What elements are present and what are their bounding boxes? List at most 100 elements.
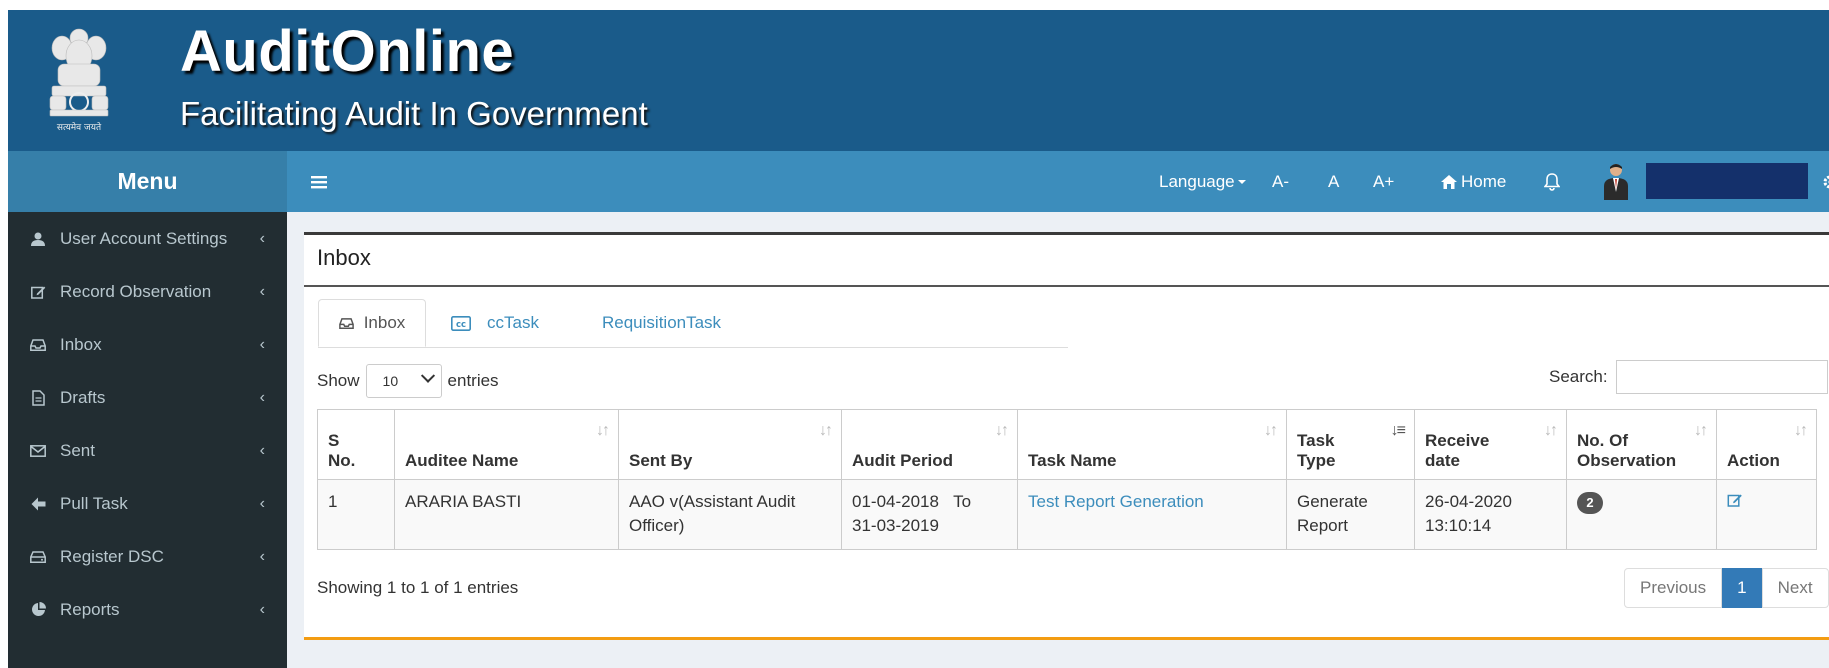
edit-icon[interactable] <box>1727 493 1743 507</box>
cc-icon: cc <box>451 315 471 331</box>
emblem-motto: सत्यमेव जयते <box>57 121 102 133</box>
pagination: Previous 1 Next <box>1624 568 1829 608</box>
sidebar-item-register-dsc[interactable]: Register DSC ‹ <box>8 530 287 583</box>
column-header-sno[interactable]: S No. <box>317 409 395 480</box>
font-normal-button[interactable]: A <box>1328 151 1339 212</box>
sidebar-item-label: Inbox <box>60 334 102 354</box>
brand-tagline: Facilitating Audit In Government <box>180 95 648 132</box>
file-icon <box>31 389 45 406</box>
cell-observations: 2 <box>1566 479 1717 550</box>
column-header-action[interactable]: Action ↓↑ <box>1716 409 1817 480</box>
tab-label: Inbox <box>363 313 406 332</box>
column-header-sent-by[interactable]: Sent By ↓↑ <box>618 409 842 480</box>
sort-icon: ↓↑ <box>995 422 1009 439</box>
home-label: Home <box>1461 171 1507 191</box>
column-header-task-type[interactable]: Task Type ↓≡ <box>1286 409 1415 480</box>
inbox-table: S No. Auditee Name ↓↑ Sent By ↓↑ Audit Peri… <box>317 409 1817 550</box>
inbox-icon <box>30 338 46 351</box>
top-navbar: Language A- A A+ Home <box>287 151 1829 212</box>
home-link[interactable]: Home <box>1441 151 1506 212</box>
cell-action <box>1716 479 1817 550</box>
chevron-left-icon: ‹ <box>259 388 265 406</box>
sort-icon: ↓↑ <box>1264 422 1278 439</box>
svg-text:cc: cc <box>456 320 466 330</box>
tab-label: RequisitionTask <box>602 313 722 332</box>
language-label: Language <box>1159 171 1235 191</box>
task-name-link[interactable]: Test Report Generation <box>1028 492 1204 511</box>
sidebar-item-label: Drafts <box>60 387 106 407</box>
sidebar-item-record-observation[interactable]: Record Observation ‹ <box>8 265 287 318</box>
chevron-down-icon <box>420 368 435 383</box>
cell-task-type: Generate Report <box>1286 479 1415 550</box>
page-1-button[interactable]: 1 <box>1722 568 1762 608</box>
table-row: 1 ARARIA BASTI AAO v(Assistant Audit Off… <box>317 479 1817 550</box>
sidebar-item-drafts[interactable]: Drafts ‹ <box>8 371 287 424</box>
font-increase-button[interactable]: A+ <box>1373 151 1394 212</box>
sidebar-item-label: Register DSC <box>60 546 164 566</box>
inbox-icon <box>338 317 354 329</box>
app-window: सत्यमेव जयते AuditOnline Facilitating Au… <box>8 10 1829 668</box>
envelope-icon <box>30 444 46 457</box>
column-header-task-name[interactable]: Task Name ↓↑ <box>1017 409 1287 480</box>
bell-icon <box>1544 172 1560 191</box>
cell-auditee-name: ARARIA BASTI <box>394 479 619 550</box>
panel-divider <box>304 285 1829 287</box>
pie-chart-icon <box>31 602 46 616</box>
font-decrease-button[interactable]: A- <box>1272 151 1289 212</box>
previous-button[interactable]: Previous <box>1624 568 1723 608</box>
sidebar-item-inbox[interactable]: Inbox ‹ <box>8 318 287 371</box>
chevron-left-icon: ‹ <box>259 494 265 512</box>
search-input[interactable] <box>1615 360 1828 394</box>
column-header-receive-date[interactable]: Receive date ↓↑ <box>1414 409 1567 480</box>
brand-title: AuditOnline <box>180 19 515 84</box>
sidebar-item-pull-task[interactable]: Pull Task ‹ <box>8 477 287 530</box>
cell-receive-date: 26-04-2020 13:10:14 <box>1414 479 1567 550</box>
tab-cctask[interactable]: cc ccTask <box>451 299 539 347</box>
sidebar-item-label: Pull Task <box>60 493 128 513</box>
user-avatar[interactable] <box>1602 162 1630 200</box>
chevron-left-icon: ‹ <box>259 282 265 300</box>
column-header-auditee-name[interactable]: Auditee Name ↓↑ <box>394 409 619 480</box>
cell-task-name: Test Report Generation <box>1017 479 1287 550</box>
sort-icon: ↓↑ <box>819 422 833 439</box>
sidebar-item-user-account-settings[interactable]: User Account Settings ‹ <box>8 212 287 265</box>
entries-length-control: Show 10 entries <box>317 364 499 398</box>
sort-desc-icon: ↓≡ <box>1390 422 1406 439</box>
username-box[interactable] <box>1646 163 1808 199</box>
sidebar-item-label: Record Observation <box>60 281 212 301</box>
search-control: Search: <box>1549 360 1828 394</box>
language-dropdown[interactable]: Language <box>1159 151 1247 212</box>
entries-select[interactable]: 10 <box>365 364 442 398</box>
gears-icon <box>1823 175 1829 188</box>
menu-header: Menu <box>8 151 287 212</box>
sort-icon: ↓↑ <box>1694 422 1708 439</box>
chevron-left-icon: ‹ <box>259 441 265 459</box>
sidebar-toggle-button[interactable] <box>311 169 327 195</box>
inbox-panel: Inbox Inbox cc ccTask RequisitionTask Sh… <box>304 232 1829 640</box>
cell-sno: 1 <box>317 479 395 550</box>
show-label: Show <box>317 371 360 390</box>
column-header-observations[interactable]: No. Of Observation ↓↑ <box>1566 409 1717 480</box>
cell-audit-period: 01-04-2018 To 31-03-2019 <box>841 479 1018 550</box>
tab-inbox[interactable]: Inbox <box>318 299 426 347</box>
settings-button[interactable] <box>1821 151 1829 212</box>
header-banner: सत्यमेव जयते AuditOnline Facilitating Au… <box>8 10 1829 151</box>
column-header-audit-period[interactable]: Audit Period ↓↑ <box>841 409 1018 480</box>
user-icon <box>31 232 45 246</box>
sort-icon: ↓↑ <box>1794 422 1808 439</box>
chevron-left-icon: ‹ <box>259 229 265 247</box>
sort-icon: ↓↑ <box>1544 422 1558 439</box>
table-info: Showing 1 to 1 of 1 entries <box>317 578 519 597</box>
sidebar-item-reports[interactable]: Reports ‹ <box>8 583 287 636</box>
edit-icon <box>30 286 45 299</box>
next-button[interactable]: Next <box>1761 568 1829 608</box>
panel-title: Inbox <box>317 245 371 270</box>
sidebar-item-sent[interactable]: Sent ‹ <box>8 424 287 477</box>
sidebar: User Account Settings ‹ Record Observati… <box>8 212 287 668</box>
notifications-button[interactable] <box>1544 151 1560 212</box>
tab-requisitiontask[interactable]: RequisitionTask <box>602 299 721 347</box>
sidebar-item-label: Sent <box>60 440 95 460</box>
hamburger-icon <box>311 176 327 189</box>
entries-value: 10 <box>382 373 399 389</box>
observation-count-badge: 2 <box>1577 492 1603 514</box>
